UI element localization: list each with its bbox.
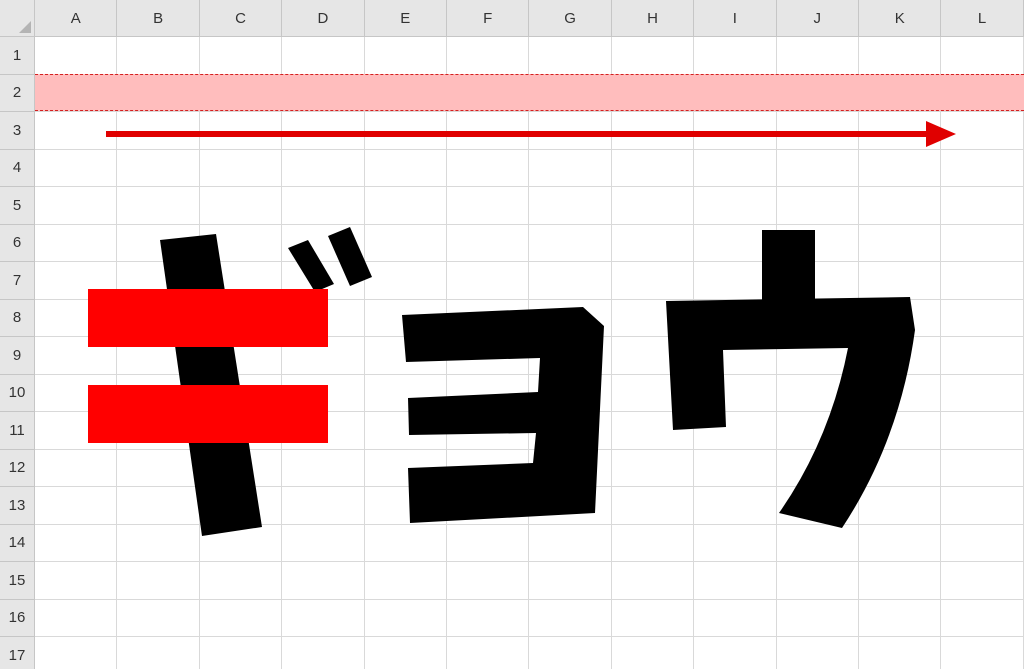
u-top-stroke <box>762 230 815 310</box>
katakana-gi-shape[interactable] <box>88 227 372 536</box>
u-body-path <box>666 297 915 528</box>
drawing-layer <box>88 121 956 536</box>
katakana-u-shape[interactable] <box>666 230 915 528</box>
dakuten-mark-2 <box>328 227 372 286</box>
right-arrow-shape[interactable] <box>106 121 956 147</box>
arrow-head <box>926 121 956 147</box>
gi-upper-red-bar <box>88 289 328 347</box>
yo-glyph-path <box>402 307 604 523</box>
gi-lower-red-bar <box>88 385 328 443</box>
arrow-shaft <box>106 131 930 137</box>
spreadsheet: ABCDEFGHIJKL 1 2 3 4 5 6 7 8 9 10 11 12 13 14 15 16 17 <box>0 0 1024 669</box>
dakuten-mark-1 <box>288 240 334 292</box>
katakana-yo-shape[interactable] <box>402 307 604 523</box>
